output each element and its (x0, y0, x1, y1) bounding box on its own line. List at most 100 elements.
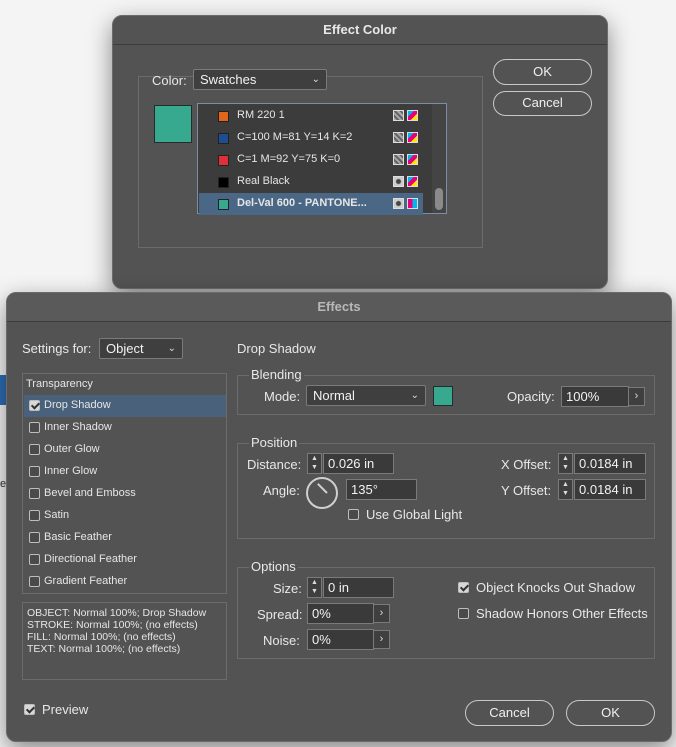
swatch-chip (218, 133, 229, 144)
angle-dial-needle (317, 483, 328, 494)
swatch-name: RM 220 1 (237, 109, 285, 121)
knocks-out-checkbox[interactable] (458, 582, 469, 593)
use-global-light-checkbox[interactable] (348, 509, 359, 520)
angle-label: Angle: (263, 483, 300, 498)
y-offset-stepper[interactable]: ▲ ▼ (558, 479, 573, 500)
spot-color-icon (393, 176, 404, 187)
x-offset-field[interactable]: 0.0184 in (574, 453, 646, 474)
mode-label: Mode: (264, 389, 301, 404)
swatch-name: Real Black (237, 175, 290, 187)
ok-button[interactable]: OK (493, 59, 592, 85)
effects-list: Transparency Drop Shadow Inner Shadow Ou… (22, 373, 227, 594)
noise-field[interactable]: 0% (307, 629, 374, 650)
distance-label: Distance: (247, 457, 302, 472)
effects-list-header: Transparency (26, 378, 93, 390)
effect-label: Inner Glow (44, 465, 98, 477)
effect-checkbox[interactable] (29, 488, 40, 499)
knocks-out-label: Object Knocks Out Shadow (476, 580, 635, 595)
use-global-light-label: Use Global Light (366, 507, 463, 522)
effect-checkbox[interactable] (29, 576, 40, 587)
y-offset-field[interactable]: 0.0184 in (574, 479, 646, 500)
swatch-row[interactable]: C=1 M=92 Y=75 K=0 (199, 149, 423, 171)
noise-arrow-button[interactable]: › (373, 630, 390, 649)
swatch-list[interactable]: RM 220 1 C=100 M=81 Y=14 K=2 C=1 M=92 Y=… (197, 103, 447, 215)
summary-line: STROKE: Normal 100%; (no effects) (27, 619, 198, 631)
effect-checkbox[interactable] (29, 466, 40, 477)
x-offset-label: X Offset: (501, 457, 552, 472)
summary-line: OBJECT: Normal 100%; Drop Shadow (27, 607, 207, 619)
effect-color-title: Effect Color (113, 16, 607, 45)
settings-for-select[interactable]: Object ⌄ (99, 338, 183, 359)
color-preview-swatch (154, 105, 192, 143)
scrollbar-thumb[interactable] (435, 188, 443, 210)
process-color-icon (407, 132, 418, 143)
effect-checkbox[interactable] (29, 554, 40, 565)
preview-checkbox[interactable] (24, 704, 35, 715)
size-field[interactable]: 0 in (323, 577, 394, 598)
options-title: Options (249, 559, 298, 574)
effect-item-bevel-emboss[interactable]: Bevel and Emboss (24, 483, 226, 505)
swatch-chip (218, 155, 229, 166)
process-color-icon (407, 110, 418, 121)
spread-arrow-button[interactable]: › (373, 604, 390, 623)
x-offset-stepper[interactable]: ▲ ▼ (558, 453, 573, 474)
no-edit-icon (393, 132, 404, 143)
effect-item-basic-feather[interactable]: Basic Feather (24, 527, 226, 549)
swatch-row[interactable]: RM 220 1 (199, 105, 423, 127)
opacity-arrow-button[interactable]: › (628, 387, 645, 406)
process-color-icon (407, 176, 418, 187)
position-title: Position (249, 435, 300, 450)
chevron-down-icon: ⌄ (311, 74, 320, 85)
honors-effects-checkbox[interactable] (458, 608, 469, 619)
effect-checkbox[interactable] (29, 422, 40, 433)
effect-item-outer-glow[interactable]: Outer Glow (24, 439, 226, 461)
ok-button[interactable]: OK (566, 700, 655, 726)
swatch-name: C=1 M=92 Y=75 K=0 (237, 153, 341, 165)
effect-color-dialog: Effect Color Color: Swatches ⌄ RM 220 1 … (112, 15, 608, 289)
size-stepper[interactable]: ▲ ▼ (307, 577, 322, 598)
effect-item-inner-glow[interactable]: Inner Glow (24, 461, 226, 483)
effect-checkbox[interactable] (29, 400, 40, 411)
preview-label: Preview (42, 702, 89, 717)
color-label: Color: (152, 73, 187, 88)
effect-checkbox[interactable] (29, 532, 40, 543)
effect-label: Gradient Feather (44, 575, 128, 587)
opacity-field[interactable]: 100% (561, 386, 629, 407)
shadow-color-swatch[interactable] (433, 386, 453, 406)
swatch-row[interactable]: C=100 M=81 Y=14 K=2 (199, 127, 423, 149)
mode-value: Normal (313, 388, 355, 403)
effect-checkbox[interactable] (29, 510, 40, 521)
settings-for-label: Settings for: (22, 341, 92, 356)
distance-field[interactable]: 0.026 in (323, 453, 394, 474)
effect-item-satin[interactable]: Satin (24, 505, 226, 527)
effect-label: Outer Glow (44, 443, 100, 455)
chevron-down-icon: ⌄ (410, 390, 419, 401)
noise-label: Noise: (263, 633, 300, 648)
effect-item-inner-shadow[interactable]: Inner Shadow (24, 417, 226, 439)
blending-title: Blending (249, 367, 304, 382)
mode-select[interactable]: Normal ⌄ (306, 385, 426, 406)
effects-summary: OBJECT: Normal 100%; Drop Shadow STROKE:… (22, 602, 227, 680)
y-offset-label: Y Offset: (501, 483, 552, 498)
chevron-down-icon: ⌄ (167, 343, 176, 354)
swatch-row-selected[interactable]: Del-Val 600 - PANTONE... (199, 193, 423, 215)
angle-field[interactable]: 135° (346, 479, 417, 500)
cancel-button[interactable]: Cancel (493, 91, 592, 116)
effect-label: Basic Feather (44, 531, 112, 543)
color-select[interactable]: Swatches ⌄ (193, 69, 327, 90)
effect-checkbox[interactable] (29, 444, 40, 455)
spread-label: Spread: (257, 607, 303, 622)
no-edit-icon (393, 110, 404, 121)
swatch-chip (218, 199, 229, 210)
swatch-row[interactable]: Real Black (199, 171, 423, 193)
cancel-button[interactable]: Cancel (465, 700, 554, 726)
pantone-icon (407, 198, 418, 209)
distance-stepper[interactable]: ▲ ▼ (307, 453, 322, 474)
effect-item-drop-shadow[interactable]: Drop Shadow (24, 395, 226, 417)
angle-dial[interactable] (306, 477, 338, 509)
effect-item-directional-feather[interactable]: Directional Feather (24, 549, 226, 571)
no-edit-icon (393, 154, 404, 165)
effects-dialog: Effects Settings for: Object ⌄ Transpare… (6, 292, 672, 742)
effect-item-gradient-feather[interactable]: Gradient Feather (24, 571, 226, 593)
spread-field[interactable]: 0% (307, 603, 374, 624)
